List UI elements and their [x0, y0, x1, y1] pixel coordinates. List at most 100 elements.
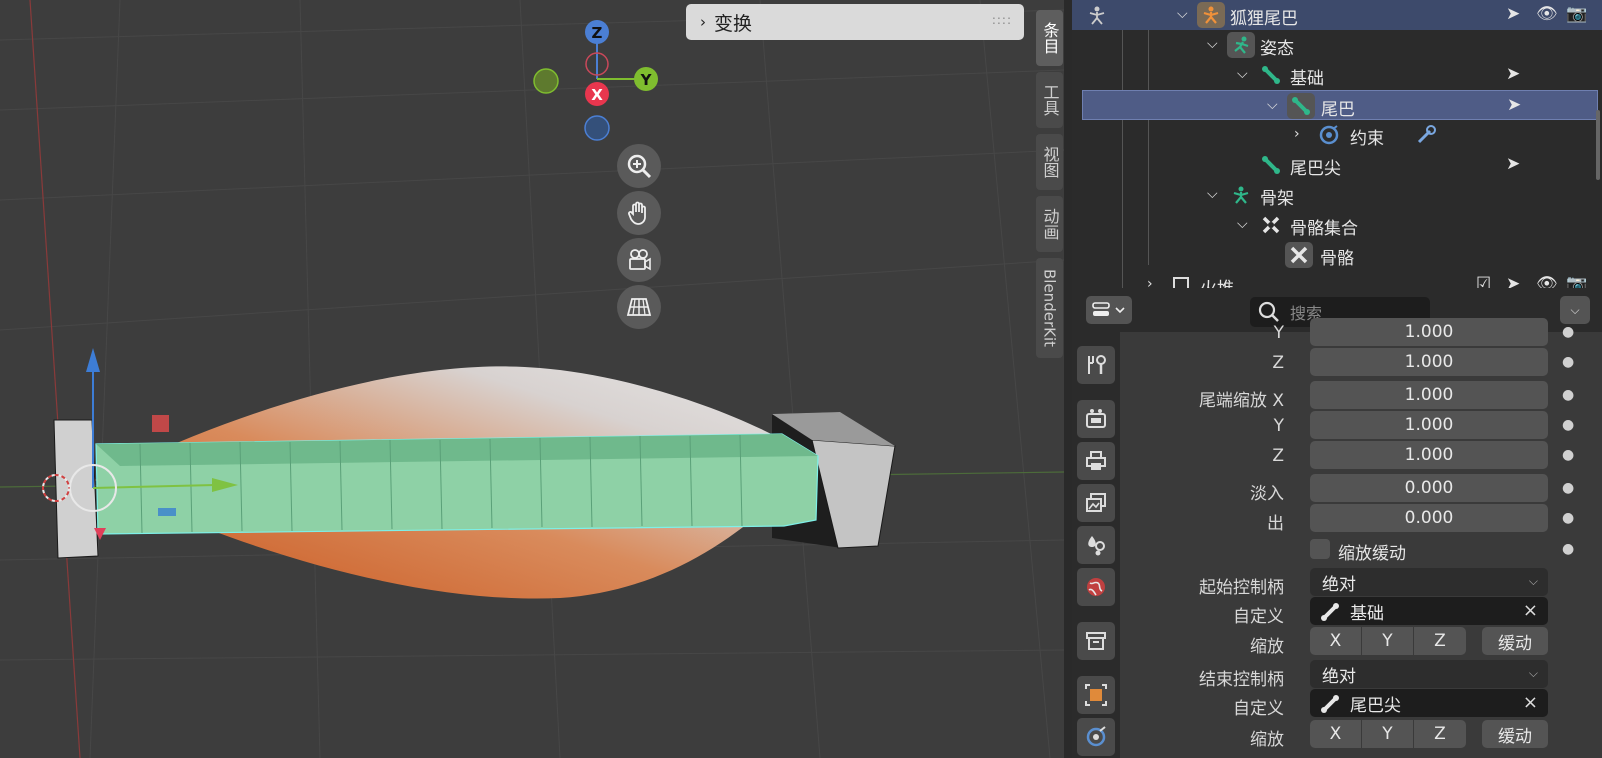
chevron-down-icon[interactable]: ⌵: [1207, 186, 1218, 202]
outliner-row[interactable]: 骨骼: [1072, 240, 1602, 270]
scale-in-y-field[interactable]: 1.000: [1310, 318, 1548, 346]
end-scale-ease-toggle[interactable]: 缓动: [1482, 720, 1548, 748]
keyframe-dot[interactable]: ●: [1562, 447, 1574, 463]
dropdown-value: 绝对: [1322, 666, 1356, 687]
world-tab[interactable]: [1077, 568, 1115, 606]
tab-animation[interactable]: 动画: [1036, 196, 1063, 252]
render-tab[interactable]: [1077, 400, 1115, 438]
start-scale-x-toggle[interactable]: X: [1310, 627, 1362, 655]
scale-in-z-field[interactable]: 1.000: [1310, 348, 1548, 376]
wrench-constraint-icon[interactable]: [1412, 122, 1440, 148]
keyframe-dot[interactable]: ●: [1562, 510, 1574, 526]
zoom-button[interactable]: [617, 144, 661, 188]
nav-gizmo-neg-y[interactable]: [533, 68, 559, 94]
eye-icon[interactable]: 👁: [1536, 274, 1558, 288]
keyframe-dot[interactable]: ●: [1562, 354, 1574, 370]
area-divider[interactable]: [1064, 0, 1072, 758]
outliner-label: 火堆: [1200, 274, 1234, 288]
tab-tool[interactable]: 工具: [1036, 72, 1063, 128]
nav-gizmo-neg-z[interactable]: [584, 115, 610, 141]
view-layer-tab[interactable]: [1077, 484, 1115, 522]
output-tab[interactable]: [1077, 442, 1115, 480]
keyframe-dot[interactable]: ●: [1562, 387, 1574, 403]
bone-icon: [1321, 603, 1339, 621]
chevron-down-icon[interactable]: ⌵: [1237, 66, 1248, 82]
outliner[interactable]: ⌵ 狐狸尾巴 ➤ 👁 📷 ⌵ 姿态 ⌵ 基础 ➤ ⌵ 尾巴 ➤ › 约束 尾巴尖…: [1072, 0, 1602, 288]
end-scale-x-toggle[interactable]: X: [1310, 720, 1362, 748]
transform-panel-header[interactable]: › 变换 ::::: [686, 4, 1024, 40]
tab-item[interactable]: 条目: [1036, 10, 1063, 66]
outliner-row[interactable]: 尾巴尖 ➤: [1072, 150, 1602, 180]
pan-button[interactable]: [617, 191, 661, 235]
outliner-scrollbar[interactable]: [1596, 110, 1600, 180]
camera-view-button[interactable]: [617, 238, 661, 282]
outliner-row[interactable]: ⌵ 骨架: [1072, 180, 1602, 210]
select-arrow-icon[interactable]: ➤: [1506, 274, 1520, 288]
armature-object-icon: [1197, 2, 1225, 28]
camera-render-icon[interactable]: 📷: [1566, 274, 1587, 288]
3d-viewport[interactable]: Z Y X › 变换 :::: 条目 工具 视图 动画 BlenderKit: [0, 0, 1064, 758]
scale-easing-checkbox[interactable]: [1310, 539, 1330, 559]
chevron-down-icon[interactable]: ⌵: [1207, 36, 1218, 52]
constraints-tab[interactable]: [1077, 718, 1115, 756]
scale-out-z-field[interactable]: 1.000: [1310, 441, 1548, 469]
keyframe-dot[interactable]: ●: [1562, 417, 1574, 433]
armature-data-icon: [1227, 182, 1255, 208]
gizmo-plane-handle-2[interactable]: [158, 508, 176, 516]
start-custom-bone-field[interactable]: 基础 ×: [1310, 597, 1548, 625]
prop-row-end-scale: 缩放 X Y Z 缓动: [1120, 720, 1602, 750]
scene-tab[interactable]: [1077, 526, 1115, 564]
select-arrow-icon[interactable]: ➤: [1506, 64, 1520, 84]
ease-in-field[interactable]: 0.000: [1310, 474, 1548, 502]
eye-icon[interactable]: 👁: [1536, 4, 1558, 24]
base-box[interactable]: [53, 419, 99, 559]
keyframe-dot[interactable]: ●: [1562, 480, 1574, 496]
tab-blenderkit[interactable]: BlenderKit: [1036, 258, 1063, 358]
object-tab[interactable]: [1077, 676, 1115, 714]
outliner-row[interactable]: ⌵ 狐狸尾巴 ➤ 👁 📷: [1072, 0, 1602, 30]
chevron-down-icon[interactable]: ⌵: [1267, 97, 1278, 113]
tool-tab[interactable]: [1077, 346, 1115, 384]
chevron-down-icon[interactable]: ⌵: [1237, 216, 1248, 232]
outliner-row-selected[interactable]: ⌵ 尾巴 ➤: [1082, 90, 1598, 120]
camera-render-icon[interactable]: 📷: [1566, 4, 1587, 24]
clear-icon[interactable]: ×: [1523, 600, 1538, 621]
ortho-toggle-button[interactable]: [617, 285, 661, 329]
bone-collection-icon: [1285, 242, 1313, 268]
prop-row-start-custom: 自定义 基础 ×: [1120, 597, 1602, 627]
collection-tab[interactable]: [1077, 622, 1115, 660]
outliner-row[interactable]: › 火堆 ☑ ➤ 👁 📷: [1072, 270, 1602, 288]
chevron-right-icon[interactable]: ›: [1147, 276, 1153, 288]
outliner-row[interactable]: ⌵ 骨骼集合: [1072, 210, 1602, 240]
end-scale-z-toggle[interactable]: Z: [1414, 720, 1466, 748]
start-scale-z-toggle[interactable]: Z: [1414, 627, 1466, 655]
prop-row-end-handle: 结束控制柄 绝对 ⌵: [1120, 660, 1602, 690]
outliner-row[interactable]: ⌵ 姿态: [1072, 30, 1602, 60]
end-scale-y-toggle[interactable]: Y: [1362, 720, 1414, 748]
outliner-row[interactable]: › 约束: [1072, 120, 1602, 150]
select-arrow-icon[interactable]: ➤: [1506, 154, 1520, 174]
gizmo-z-arrow[interactable]: [86, 348, 100, 372]
checkbox-icon[interactable]: ☑: [1476, 274, 1491, 288]
chevron-right-icon[interactable]: ›: [1294, 126, 1300, 142]
start-scale-y-toggle[interactable]: Y: [1362, 627, 1414, 655]
collection-icon: [1167, 272, 1195, 288]
select-arrow-icon[interactable]: ➤: [1507, 95, 1521, 115]
keyframe-dot[interactable]: ●: [1562, 541, 1574, 557]
start-handle-dropdown[interactable]: 绝对 ⌵: [1310, 568, 1548, 596]
start-scale-ease-toggle[interactable]: 缓动: [1482, 627, 1548, 655]
select-arrow-icon[interactable]: ➤: [1506, 4, 1520, 24]
end-handle-dropdown[interactable]: 绝对 ⌵: [1310, 660, 1548, 688]
chevron-down-icon[interactable]: ⌵: [1177, 6, 1188, 22]
end-custom-bone-field[interactable]: 尾巴尖 ×: [1310, 689, 1548, 717]
drag-grip-icon[interactable]: ::::: [992, 13, 1012, 27]
scale-out-y-field[interactable]: 1.000: [1310, 411, 1548, 439]
keyframe-dot[interactable]: ●: [1562, 324, 1574, 340]
dropdown-value: 绝对: [1322, 574, 1356, 595]
scale-out-x-field[interactable]: 1.000: [1310, 381, 1548, 409]
outliner-row[interactable]: ⌵ 基础 ➤: [1072, 60, 1602, 90]
clear-icon[interactable]: ×: [1523, 692, 1538, 713]
ease-out-field[interactable]: 0.000: [1310, 504, 1548, 532]
gizmo-plane-handle[interactable]: [152, 415, 169, 432]
tab-view[interactable]: 视图: [1036, 134, 1063, 190]
